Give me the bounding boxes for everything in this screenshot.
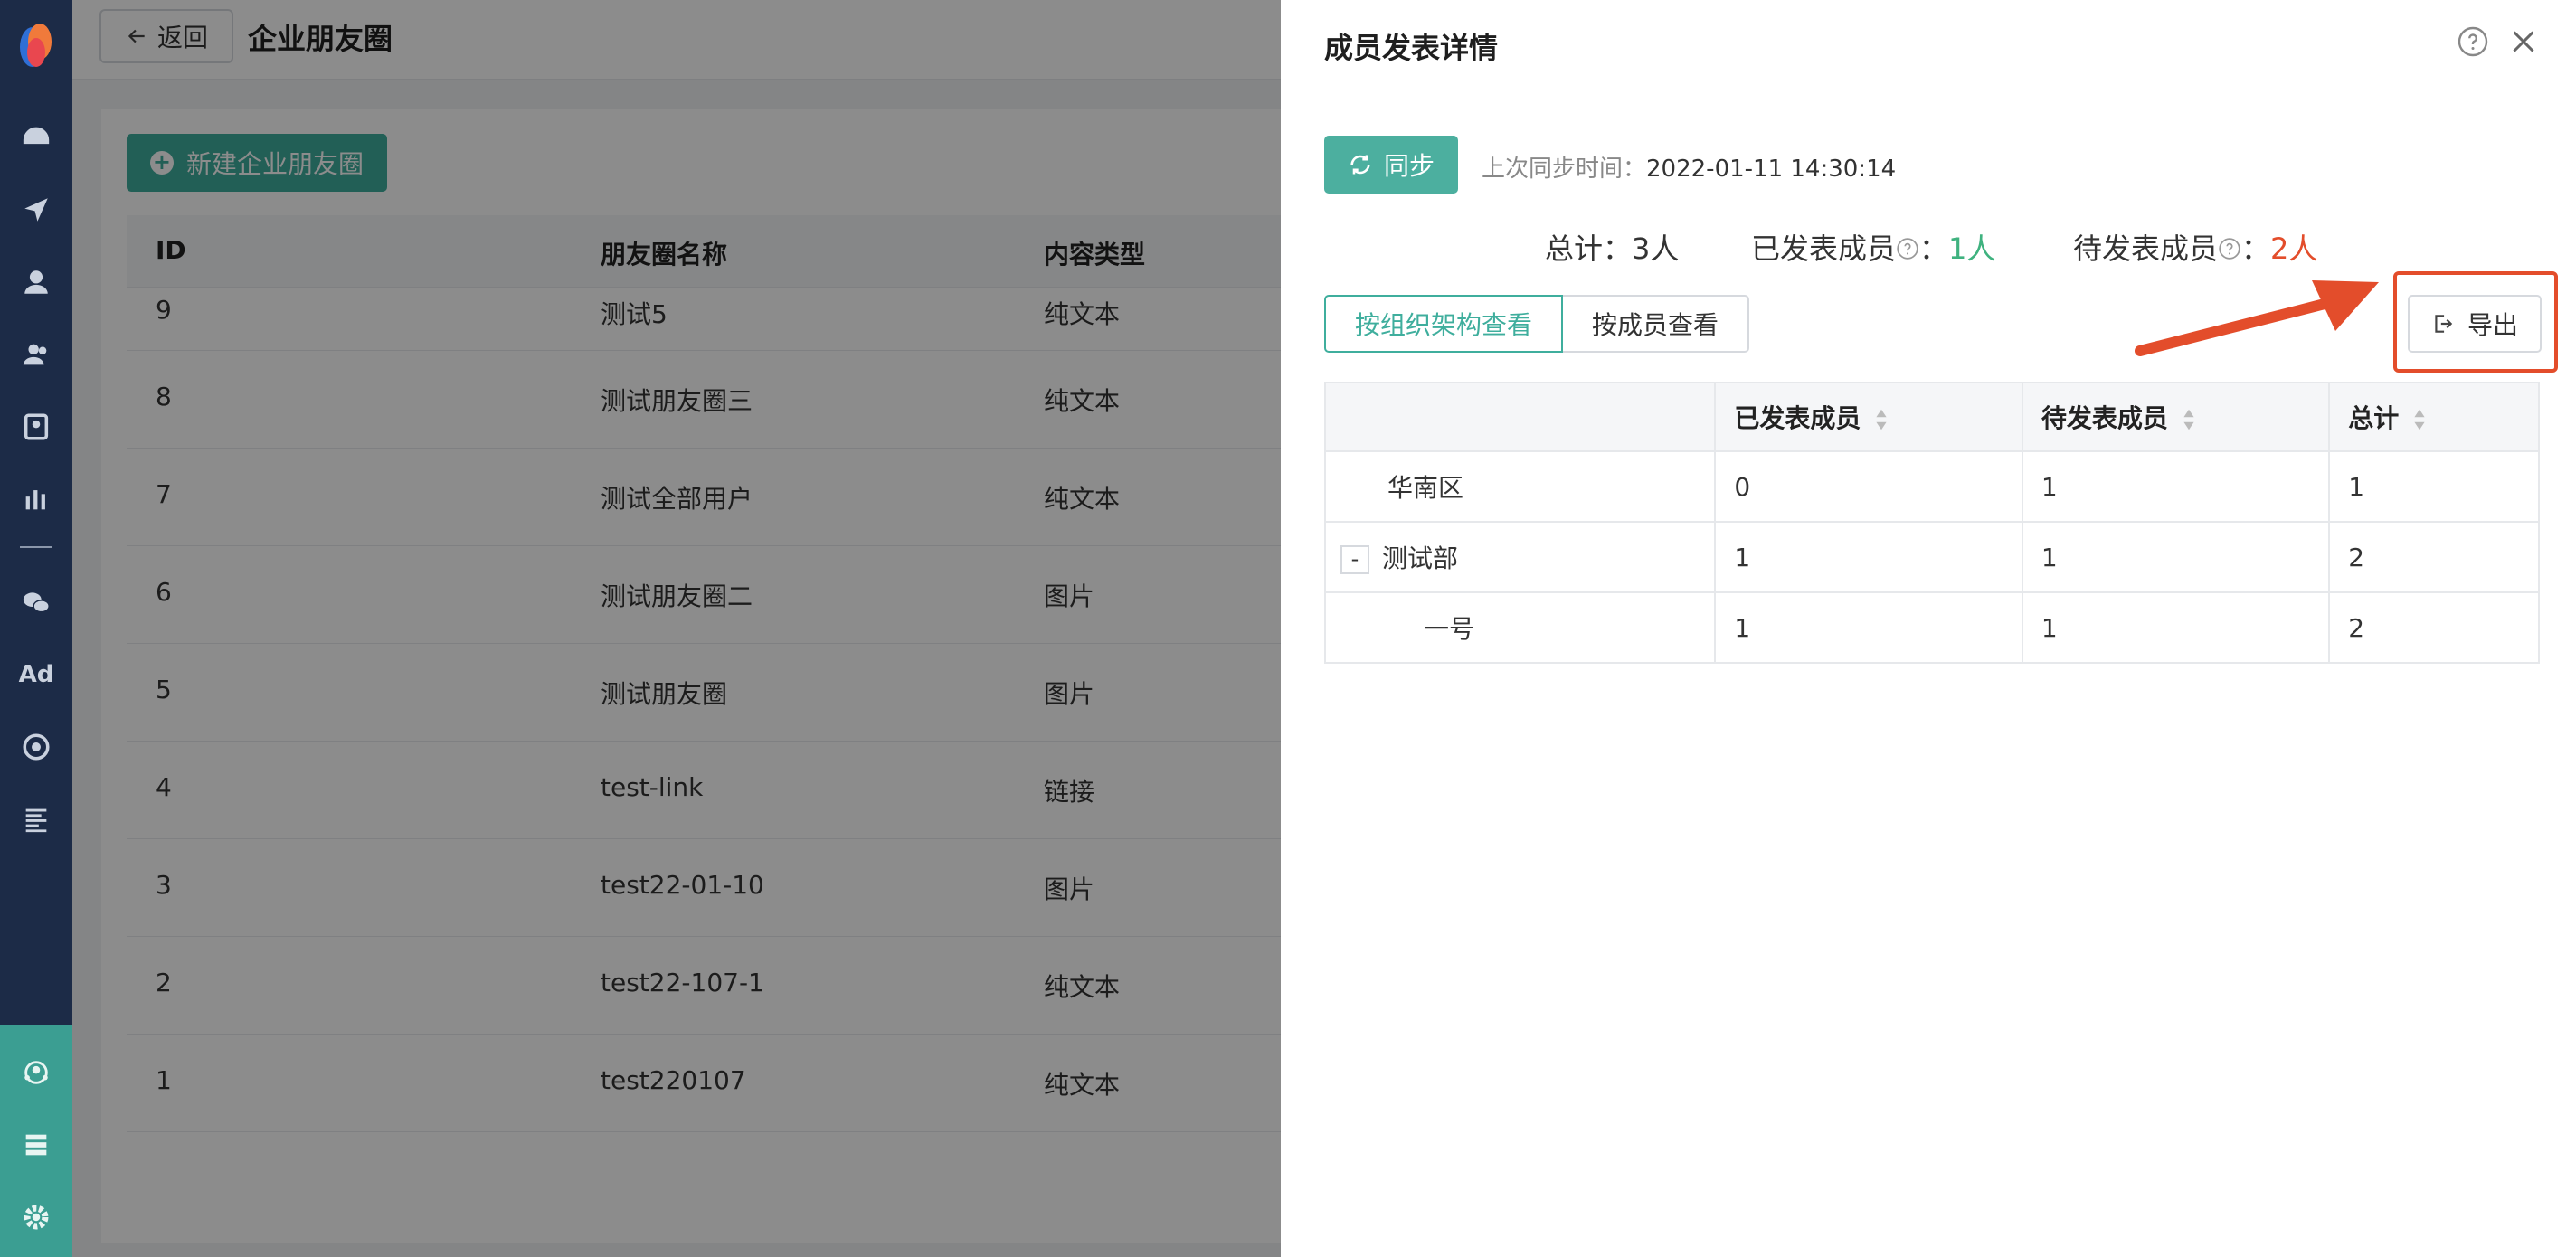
org-column-header-pending[interactable]: 待发表成员: [2021, 382, 2331, 452]
dashboard-icon[interactable]: [18, 119, 54, 156]
org-total: 2: [2328, 591, 2540, 664]
stat-posted-label: 已发表成员: [1751, 232, 1897, 266]
org-pending: 1: [2021, 521, 2331, 593]
stat-total-value: 3人: [1632, 232, 1680, 266]
refresh-icon: [1350, 155, 1370, 175]
sync-button-label: 同步: [1383, 151, 1435, 181]
org-pending: 1: [2021, 591, 2331, 664]
org-name: 华南区: [1323, 450, 1717, 523]
stat-pending: 待发表成员 ：2人: [2073, 226, 2317, 268]
question-circle-icon[interactable]: [2218, 237, 2241, 260]
export-button[interactable]: 导出: [2408, 295, 2542, 353]
sidebar-divider: [20, 546, 52, 548]
org-total: 1: [2328, 450, 2540, 523]
table-row[interactable]: 一号 1 1 2: [1323, 591, 2540, 664]
org-column-header-pending-label: 待发表成员: [2041, 403, 2168, 433]
stat-colon: ：: [2241, 232, 2271, 266]
sort-icon[interactable]: [2181, 407, 2197, 432]
table-row[interactable]: - 测试部 1 1 2: [1323, 521, 2540, 593]
list-icon[interactable]: [18, 801, 54, 837]
export-icon: [2435, 315, 2453, 333]
send-icon[interactable]: [18, 192, 54, 228]
last-sync-time: 上次同步时间：2022-01-11 14:30:14: [1482, 150, 1896, 184]
drawer-title: 成员发表详情: [1324, 31, 1499, 65]
bar-chart-icon[interactable]: [18, 481, 54, 517]
org-name-cell: - 测试部: [1323, 521, 1717, 593]
org-column-header-total-label: 总计: [2348, 403, 2400, 433]
ad-icon[interactable]: Ad: [18, 657, 54, 693]
drawer-header: 成员发表详情: [1281, 0, 2576, 90]
org-name: 测试部: [1382, 543, 1459, 573]
org-posted: 1: [1714, 591, 2023, 664]
org-posted: 0: [1714, 450, 2023, 523]
org-name: 一号: [1323, 591, 1717, 664]
left-sidebar: Ad: [0, 0, 72, 1257]
org-posted: 1: [1714, 521, 2023, 593]
stat-posted: 已发表成员 ：1人: [1751, 226, 1995, 268]
stat-colon: ：: [1919, 232, 1949, 266]
view-by-org-tab[interactable]: 按组织架构查看: [1324, 295, 1563, 353]
sort-icon[interactable]: [1873, 407, 1889, 432]
stat-posted-value: 1人: [1948, 232, 1996, 266]
last-sync-value: 2022-01-11 14:30:14: [1646, 156, 1897, 183]
collapse-toggle[interactable]: -: [1340, 545, 1369, 574]
users-icon[interactable]: [18, 336, 54, 373]
stat-total-label: 总计：: [1545, 232, 1633, 266]
last-sync-label: 上次同步时间：: [1482, 156, 1647, 183]
team-icon[interactable]: [18, 1054, 54, 1091]
help-icon[interactable]: [2457, 25, 2489, 58]
target-icon[interactable]: [18, 729, 54, 765]
org-stats-table: 已发表成员 待发表成员 总计 华南区 0 1 1 - 测试部 1 1 2 一号 1…: [1323, 382, 2540, 664]
org-pending: 1: [2021, 450, 2331, 523]
org-column-header-total[interactable]: 总计: [2328, 382, 2540, 452]
org-table-header-row: 已发表成员 待发表成员 总计: [1323, 382, 2540, 452]
gear-icon[interactable]: [18, 1199, 54, 1235]
stat-total: 总计：3人: [1545, 226, 1679, 268]
sync-button[interactable]: 同步: [1324, 136, 1458, 194]
org-column-header-posted[interactable]: 已发表成员: [1714, 382, 2023, 452]
wechat-icon[interactable]: [18, 584, 54, 620]
sort-icon[interactable]: [2411, 407, 2428, 432]
stat-pending-label: 待发表成员: [2073, 232, 2219, 266]
view-by-member-tab[interactable]: 按成员查看: [1563, 295, 1749, 353]
question-circle-icon[interactable]: [1896, 237, 1919, 260]
org-column-header-name: [1323, 382, 1717, 452]
modal-overlay[interactable]: [72, 0, 1353, 1257]
user-icon[interactable]: [18, 264, 54, 300]
sidebar-bottom-panel: [0, 1025, 72, 1257]
org-column-header-posted-label: 已发表成员: [1734, 403, 1861, 433]
table-row[interactable]: 华南区 0 1 1: [1323, 450, 2540, 523]
contact-card-icon[interactable]: [18, 409, 54, 445]
annotation-arrow: [2135, 280, 2379, 356]
export-button-label: 导出: [2467, 310, 2518, 340]
server-icon[interactable]: [18, 1127, 54, 1163]
app-logo-icon: [20, 24, 52, 67]
org-total: 2: [2328, 521, 2540, 593]
close-icon[interactable]: [2507, 25, 2540, 58]
stat-pending-value: 2人: [2270, 232, 2318, 266]
